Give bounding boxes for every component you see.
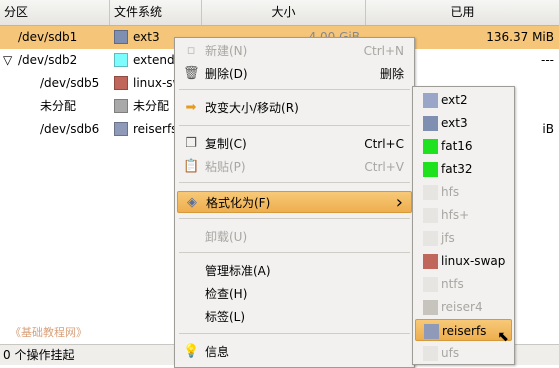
filesystem-color-swatch (114, 30, 128, 44)
format-option-ext3[interactable]: ext3 (415, 112, 512, 134)
format-submenu: ext2 ext3 fat16 fat32 hfs hfs+ jfs linux-swap nt… (412, 86, 515, 365)
menu-item-manage-flags[interactable]: 管理标准(A) (177, 260, 412, 282)
format-option-label: ufs (441, 346, 460, 360)
format-option-ntfs: ntfs (415, 273, 512, 295)
menu-separator (179, 218, 410, 219)
menu-item-accelerator: Ctrl+N (363, 44, 404, 58)
filesystem-color-swatch (423, 185, 438, 200)
pending-operations-text: 0 个操作挂起 (3, 348, 75, 362)
filesystem-color-swatch (423, 277, 438, 292)
column-filesystem[interactable]: 文件系统 (110, 0, 202, 25)
copy-icon: ❐ (185, 136, 197, 151)
menu-item-unmount: 卸载(U) (177, 226, 412, 248)
menu-separator (179, 252, 410, 253)
menu-separator (179, 333, 410, 334)
filesystem-color-swatch (114, 122, 128, 136)
filesystem-color-swatch (423, 162, 438, 177)
partition-used: 136.37 MiB (486, 30, 554, 44)
new-icon: ▫ (186, 43, 196, 58)
column-partition[interactable]: 分区 (0, 0, 110, 25)
partition-context-menu: ▫ 新建(N) Ctrl+N 🗑 删除(D) 删除 ➡ 改变大小/移动(R) ❐ 复制(C) Ctr… (174, 37, 415, 368)
format-option-label: reiserfs (442, 324, 487, 338)
format-option-linux-swap[interactable]: linux-swap (415, 250, 512, 272)
filesystem-color-swatch (423, 139, 438, 154)
menu-item-label: 改变大小/移动(R) (205, 101, 299, 115)
resize-arrow-icon: ➡ (185, 100, 197, 115)
menu-item-label: 删除(D) (205, 67, 248, 81)
menu-item-check[interactable]: 检查(H) (177, 283, 412, 305)
filesystem-color-swatch (423, 208, 438, 223)
menu-item-label: 卸载(U) (205, 230, 248, 244)
info-bulb-icon: 💡 (183, 344, 200, 359)
menu-separator (179, 125, 410, 126)
menu-item-resize-move[interactable]: ➡ 改变大小/移动(R) (177, 97, 412, 119)
partition-used: --- (541, 53, 554, 67)
filesystem-color-swatch (114, 53, 128, 67)
menu-item-accelerator: 删除 (379, 67, 404, 81)
format-option-hfs: hfs (415, 181, 512, 203)
format-option-reiserfs[interactable]: reiserfs ⬉ (415, 319, 512, 345)
filesystem-color-swatch (423, 93, 438, 108)
partition-name: 未分配 (40, 99, 77, 113)
filesystem-color-swatch (114, 99, 128, 113)
menu-item-label: 管理标准(A) (205, 264, 271, 278)
format-option-label: jfs (441, 231, 455, 245)
filesystem-color-swatch (423, 116, 438, 131)
menu-item-label: 标签(L) (205, 310, 246, 324)
menu-separator (179, 182, 410, 183)
format-option-jfs: jfs (415, 227, 512, 249)
menu-item-accelerator: Ctrl+V (364, 160, 404, 174)
menu-item-label: 新建(N) (205, 44, 248, 58)
format-option-label: ext3 (441, 116, 468, 130)
format-option-fat32[interactable]: fat32 (415, 158, 512, 180)
partition-name: /dev/sdb2 (18, 53, 78, 67)
menu-item-information[interactable]: 💡 信息 (177, 341, 412, 363)
filesystem-color-swatch (424, 324, 439, 339)
column-used[interactable]: 已用 (366, 0, 559, 25)
menu-item-copy[interactable]: ❐ 复制(C) Ctrl+C (177, 133, 412, 155)
delete-icon: 🗑 (183, 66, 200, 81)
filesystem-color-swatch (114, 76, 128, 90)
format-option-label: hfs (441, 185, 460, 199)
partition-name: /dev/sdb5 (40, 76, 100, 90)
menu-item-label: 粘贴(P) (205, 160, 246, 174)
menu-item-label[interactable]: 标签(L) (177, 306, 412, 328)
format-option-label: linux-swap (441, 254, 506, 268)
format-option-ext2[interactable]: ext2 (415, 89, 512, 111)
filesystem-color-swatch (423, 231, 438, 246)
menu-item-format-as[interactable]: ◈ 格式化为(F) › (177, 191, 412, 213)
format-option-label: reiser4 (441, 300, 483, 314)
menu-item-label: 格式化为(F) (206, 196, 271, 210)
watermark-text: 《基础教程网》 (10, 326, 87, 339)
menu-item-label: 检查(H) (205, 287, 248, 301)
format-option-label: fat32 (441, 162, 473, 176)
format-option-label: ntfs (441, 277, 464, 291)
column-header: 分区 文件系统 大小 已用 (0, 0, 559, 26)
format-option-fat16[interactable]: fat16 (415, 135, 512, 157)
partition-name: /dev/sdb1 (18, 30, 78, 44)
menu-item-new: ▫ 新建(N) Ctrl+N (177, 40, 412, 62)
format-option-ufs: ufs (415, 342, 512, 364)
format-icon: ◈ (187, 195, 197, 210)
expander-icon[interactable]: ▽ (3, 49, 17, 72)
format-option-label: ext2 (441, 93, 468, 107)
filesystem-color-swatch (423, 300, 438, 315)
menu-item-label: 信息 (205, 345, 230, 359)
column-size[interactable]: 大小 (202, 0, 366, 25)
chevron-right-icon: › (395, 192, 403, 213)
filesystem-color-swatch (423, 346, 438, 361)
menu-separator (179, 89, 410, 90)
format-option-reiser4: reiser4 (415, 296, 512, 318)
format-option-hfs-plus: hfs+ (415, 204, 512, 226)
partition-name: /dev/sdb6 (40, 122, 100, 136)
format-option-label: hfs+ (441, 208, 470, 222)
format-option-label: fat16 (441, 139, 473, 153)
filesystem-color-swatch (423, 254, 438, 269)
paste-icon: 📋 (183, 159, 200, 174)
menu-item-delete[interactable]: 🗑 删除(D) 删除 (177, 63, 412, 85)
menu-item-label: 复制(C) (205, 137, 247, 151)
menu-item-paste: 📋 粘贴(P) Ctrl+V (177, 156, 412, 178)
menu-item-accelerator: Ctrl+C (364, 137, 404, 151)
